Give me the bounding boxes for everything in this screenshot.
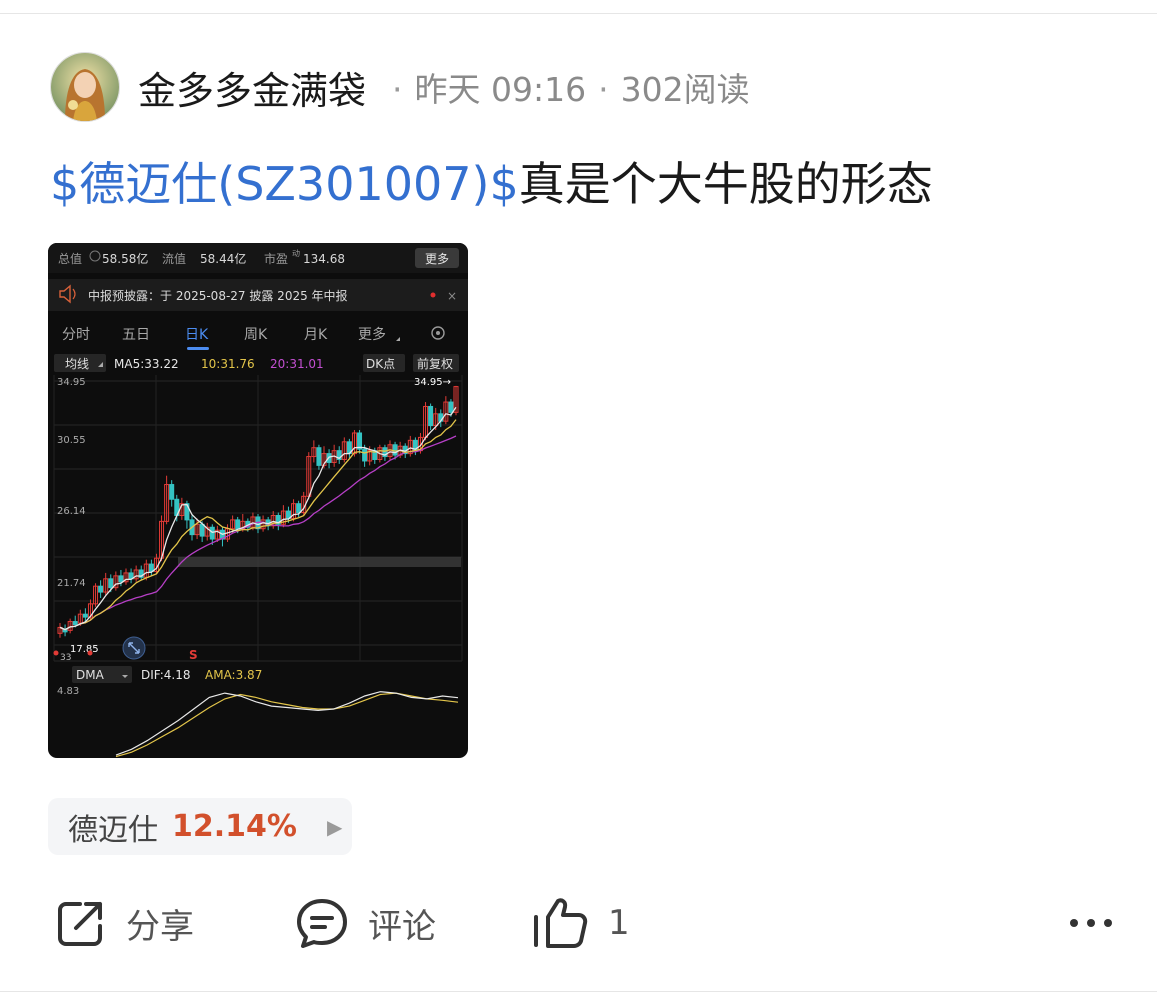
stock-cashtag-link[interactable]: $德迈仕(SZ301007)$ <box>50 157 519 211</box>
meta-separator: · <box>598 70 609 109</box>
play-arrow-icon: ▶ <box>326 814 343 839</box>
buy-point-dot <box>53 650 59 656</box>
bottom-divider <box>0 991 1157 992</box>
action-bar: 分享 评论 1 <box>50 890 1120 956</box>
candle-body <box>448 401 454 413</box>
indicator-selector-label: DMA <box>76 668 105 682</box>
candlestick-chart: 34.95 30.55 26.14 21.74 34.95→ 17.8533 S <box>53 375 463 663</box>
stat-total-label: 总值 <box>58 251 82 266</box>
close-icon[interactable]: × <box>447 289 457 303</box>
period-tabs: 分时 五日 日K 周K 月K 更多 <box>62 326 400 350</box>
axis-label: 26.14 <box>57 506 86 517</box>
candle-body <box>169 484 175 500</box>
author-name[interactable]: 金多多金满袋 <box>138 60 366 115</box>
tab-4[interactable]: 月K <box>304 327 328 343</box>
ma10-value: 10:31.76 <box>201 357 255 371</box>
ama-line <box>115 692 459 758</box>
stat-total-value: 58.58亿 <box>102 251 148 266</box>
report-notice: 中报预披露：于 2025-08-27 披露 2025 年中报 <box>88 288 348 303</box>
avatar[interactable] <box>50 52 120 122</box>
ma-selector-label: 均线 <box>65 357 89 371</box>
read-count: 302阅读 <box>620 70 750 109</box>
candle-body <box>392 444 398 456</box>
ama-value: AMA:3.87 <box>205 668 262 682</box>
candle-body <box>428 405 434 427</box>
candle-body <box>316 447 322 466</box>
more-options-button[interactable] <box>1068 890 1114 956</box>
high-price-marker: 34.95→ <box>414 377 451 388</box>
meta-separator: · <box>392 70 403 109</box>
active-tab-indicator <box>187 347 209 350</box>
dk-button-label: DK点 <box>366 357 395 371</box>
resistance-band <box>178 557 461 567</box>
indicator-axis-value: 4.83 <box>57 686 79 697</box>
axis-label: 21.74 <box>57 578 86 589</box>
candle-body <box>108 578 114 589</box>
dif-value: DIF:4.18 <box>141 668 191 682</box>
low-price-marker: 17.85 <box>70 644 99 655</box>
candle-body <box>296 503 302 514</box>
stat-float-value: 58.44亿 <box>200 251 246 266</box>
candle-body <box>118 575 124 583</box>
stock-chip-change: 12.14% <box>172 809 297 844</box>
low-price-marker-2: 33 <box>60 653 71 663</box>
more-dots-icon <box>1070 919 1112 927</box>
tab-2[interactable]: 日K <box>185 327 209 343</box>
dif-line <box>115 691 459 756</box>
post-text: 真是个大牛股的形态 <box>518 157 933 211</box>
candle-body <box>98 585 104 593</box>
axis-label: 34.95 <box>57 377 86 388</box>
comment-label: 评论 <box>368 906 436 947</box>
thumbs-up-icon <box>534 898 588 948</box>
candle-body <box>235 519 241 530</box>
stat-float-label: 流值 <box>162 251 186 266</box>
candle-body <box>199 523 205 537</box>
post-header: 金多多金满袋 · 昨天 09:16 · 302阅读 <box>50 52 750 122</box>
post-time: 昨天 09:16 <box>414 70 587 109</box>
share-button[interactable]: 分享 <box>54 890 194 956</box>
notice-dot-icon <box>430 292 436 298</box>
dma-indicator-chart <box>115 691 459 758</box>
candle-body <box>209 526 215 540</box>
like-count: 1 <box>608 903 630 943</box>
candle-body <box>72 621 78 625</box>
candle-body <box>362 448 368 462</box>
share-icon <box>58 902 102 946</box>
like-button[interactable]: 1 <box>532 890 630 956</box>
ma20-value: 20:31.01 <box>270 357 324 371</box>
tab-1[interactable]: 五日 <box>122 327 150 343</box>
sell-signal-marker: S <box>189 648 198 662</box>
stat-pe-value: 134.68 <box>303 252 345 266</box>
post-content: $德迈仕(SZ301007)$真是个大牛股的形态 <box>50 152 933 216</box>
tab-0[interactable]: 分时 <box>62 327 90 343</box>
adjust-button-label: 前复权 <box>417 356 453 371</box>
comment-icon <box>297 899 347 948</box>
stat-pe-label: 市盈 <box>264 251 288 266</box>
kline-screenshot[interactable]: 总值 58.58亿 流值 58.44亿 市盈 动 134.68 更多 中报预披露… <box>48 243 468 758</box>
stock-chip[interactable]: 德迈仕 12.14% ▶ <box>48 798 352 855</box>
stock-chip-name: 德迈仕 <box>68 812 158 848</box>
top-divider <box>0 13 1157 14</box>
ma5-value: MA5:33.22 <box>114 357 179 371</box>
comment-button[interactable]: 评论 <box>294 890 436 956</box>
candle-body <box>148 563 154 572</box>
candle-body <box>82 613 88 618</box>
stat-pe-sup: 动 <box>292 248 300 258</box>
tab-5[interactable]: 更多 <box>358 326 386 343</box>
share-label: 分享 <box>126 906 194 947</box>
tab-3[interactable]: 周K <box>244 327 268 343</box>
buy-point-dot <box>87 650 93 656</box>
axis-label: 30.55 <box>57 435 86 446</box>
post-meta: · 昨天 09:16 · 302阅读 <box>380 63 750 111</box>
more-stats-label: 更多 <box>425 252 449 266</box>
